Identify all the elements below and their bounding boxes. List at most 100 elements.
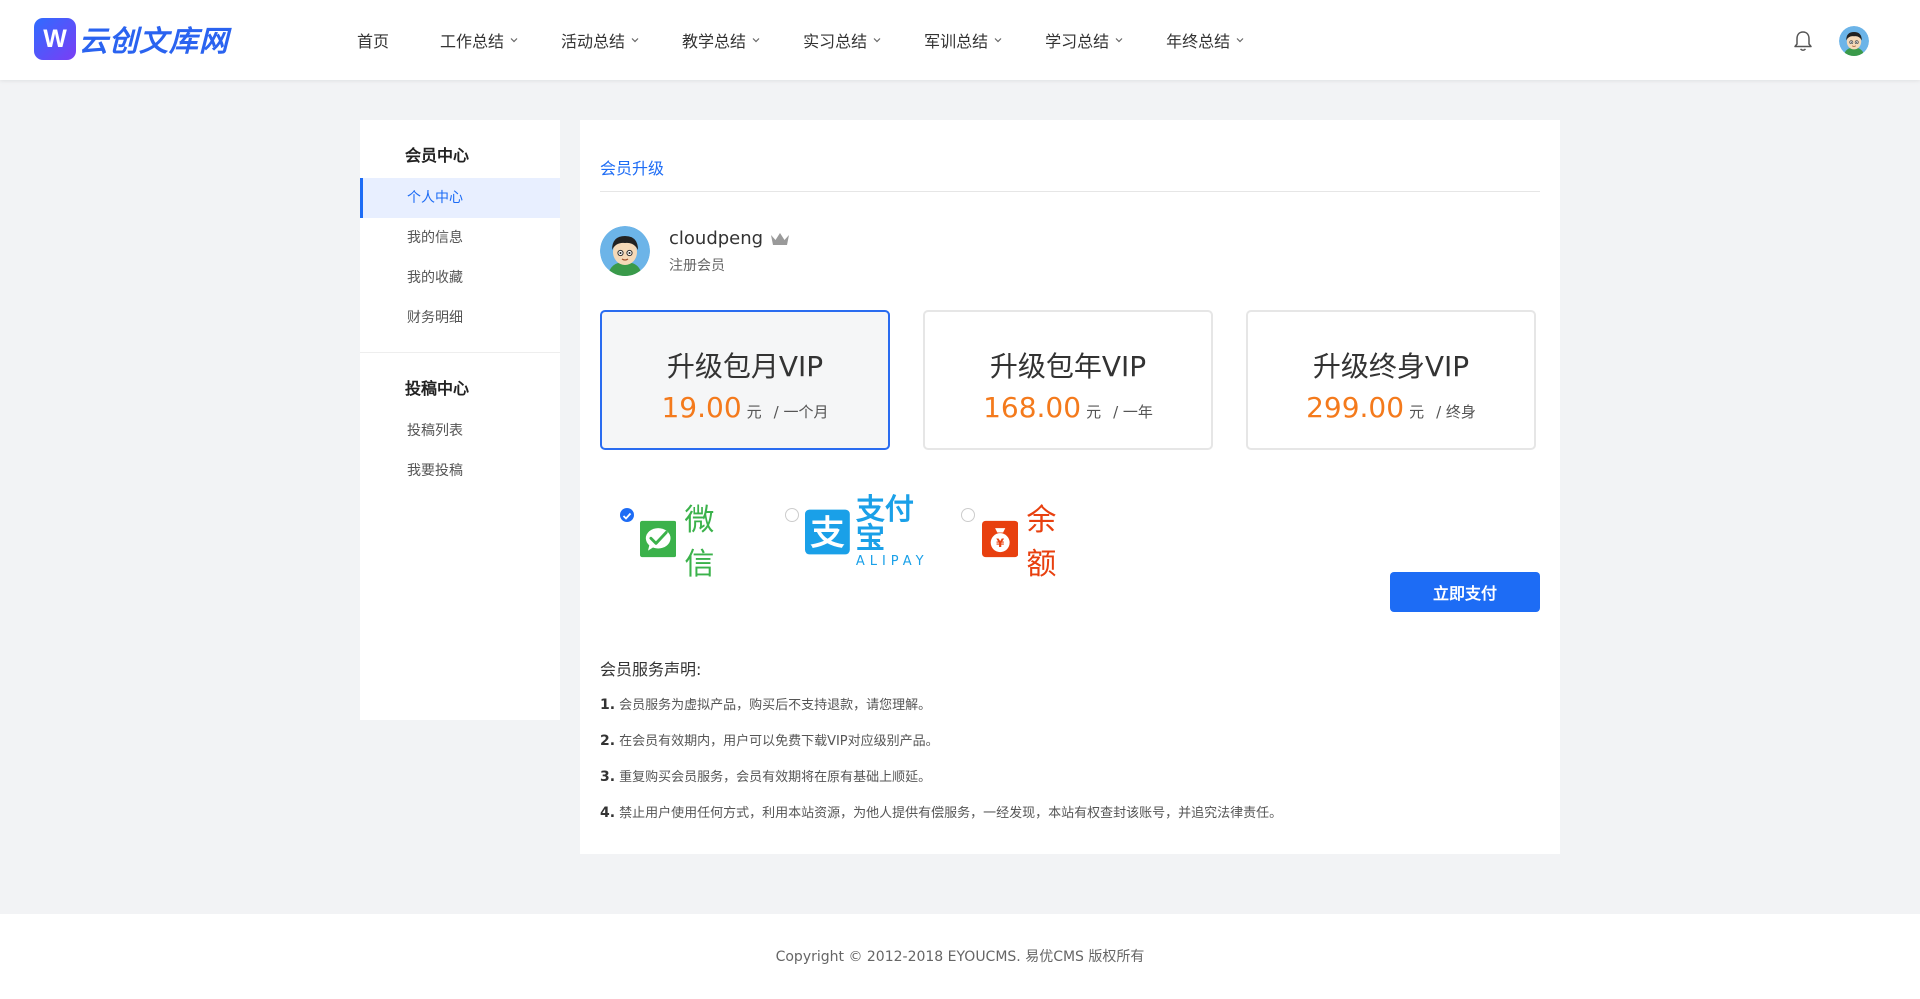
- plan-price: 299.00: [1306, 391, 1405, 424]
- nav-label: 工作总结: [440, 32, 505, 51]
- tab-divider: [600, 191, 1540, 192]
- nav-item-teaching-summary[interactable]: 教学总结: [682, 28, 761, 52]
- top-header: W 云创文库网 首页 工作总结 活动总结 教学总结 实习总结 军训总结 学习总结…: [0, 0, 1920, 80]
- svg-text:¥: ¥: [996, 536, 1004, 550]
- radio-alipay[interactable]: [785, 508, 799, 522]
- plan-price-row: 19.00 元 / 一个月: [602, 391, 888, 424]
- nav-label: 教学总结: [682, 32, 747, 51]
- nav-item-military-summary[interactable]: 军训总结: [924, 28, 1003, 52]
- plan-card-yearly[interactable]: 升级包年VIP 168.00 元 / 一年: [923, 310, 1213, 450]
- sidebar-group-title-submission: 投稿中心: [405, 379, 470, 398]
- nav-item-work-summary[interactable]: 工作总结: [440, 28, 519, 52]
- notice-text: 会员服务为虚拟产品，购买后不支持退款，请您理解。: [619, 698, 932, 713]
- alipay-label-group: 支付宝 ALIPAY: [855, 492, 934, 569]
- notice-text: 禁止用户使用任何方式，利用本站资源，为他人提供有偿服务，一经发现，本站有权查封该…: [619, 806, 1283, 821]
- nav-item-yearend-summary[interactable]: 年终总结: [1166, 28, 1245, 52]
- tab-member-upgrade[interactable]: 会员升级: [600, 155, 664, 179]
- alipay-icon: 支: [805, 509, 850, 554]
- check-icon: [622, 512, 632, 520]
- plan-period: / 一年: [1113, 403, 1153, 421]
- plan-unit: 元: [746, 403, 762, 421]
- pay-sublabel-alipay: ALIPAY: [855, 554, 929, 569]
- plan-unit: 元: [1086, 403, 1102, 421]
- user-name-row: cloudpeng: [669, 228, 791, 249]
- site-logo[interactable]: W 云创文库网: [34, 18, 229, 60]
- plan-price-row: 168.00 元 / 一年: [925, 391, 1211, 424]
- notice-item: 2. 在会员有效期内，用户可以免费下载VIP对应级别产品。: [600, 730, 939, 749]
- sidebar: 会员中心 个人中心 我的信息 我的收藏 财务明细 投稿中心 投稿列表 我要投稿: [360, 120, 560, 720]
- plan-name: 升级包年VIP: [989, 350, 1147, 383]
- nav-label: 年终总结: [1166, 32, 1231, 51]
- nav-item-activity-summary[interactable]: 活动总结: [561, 28, 640, 52]
- bell-icon[interactable]: [1793, 30, 1813, 52]
- sidebar-item-finance[interactable]: 财务明细: [360, 298, 560, 338]
- plan-name: 升级终身VIP: [1312, 350, 1470, 383]
- avatar[interactable]: [1839, 26, 1869, 56]
- plan-list: 升级包月VIP 19.00 元 / 一个月 升级包年VIP 168.00 元 / 一年 …: [600, 310, 1536, 450]
- main-nav: 首页 工作总结 活动总结 教学总结 实习总结 军训总结 学习总结 年终总结: [357, 0, 1287, 80]
- chevron-down-icon: [1115, 38, 1123, 43]
- chevron-down-icon: [752, 38, 760, 43]
- notice-num: 1.: [600, 697, 616, 713]
- plan-name: 升级包月VIP: [666, 350, 824, 383]
- nav-item-internship-summary[interactable]: 实习总结: [803, 28, 882, 52]
- user-avatar: [600, 226, 650, 276]
- pay-option-alipay[interactable]: 支 支付宝 ALIPAY: [805, 495, 934, 568]
- chevron-down-icon: [873, 38, 881, 43]
- notice-title: 会员服务声明:: [600, 660, 702, 679]
- copyright-text: Copyright © 2012-2018 EYOUCMS. 易优CMS 版权所…: [775, 949, 1145, 965]
- pay-option-wechat[interactable]: 微信: [640, 495, 728, 583]
- sidebar-item-my-info[interactable]: 我的信息: [360, 218, 560, 258]
- notice-text: 重复购买会员服务，会员有效期将在原有基础上顺延。: [619, 770, 932, 785]
- nav-item-study-summary[interactable]: 学习总结: [1045, 28, 1124, 52]
- radio-wechat[interactable]: [620, 508, 634, 522]
- nav-label: 军训总结: [924, 32, 989, 51]
- nav-label: 学习总结: [1045, 32, 1110, 51]
- sidebar-item-personal-center[interactable]: 个人中心: [360, 178, 560, 218]
- sidebar-item-my-favorites[interactable]: 我的收藏: [360, 258, 560, 298]
- notice-item: 1. 会员服务为虚拟产品，购买后不支持退款，请您理解。: [600, 694, 931, 713]
- notice-text: 在会员有效期内，用户可以免费下载VIP对应级别产品。: [619, 734, 939, 749]
- plan-card-lifetime[interactable]: 升级终身VIP 299.00 元 / 终身: [1246, 310, 1536, 450]
- nav-label: 实习总结: [803, 32, 868, 51]
- plan-period: / 终身: [1436, 403, 1476, 421]
- footer: Copyright © 2012-2018 EYOUCMS. 易优CMS 版权所…: [0, 914, 1920, 999]
- radio-balance[interactable]: [961, 508, 975, 522]
- chevron-down-icon: [631, 38, 639, 43]
- sidebar-group-title-member: 会员中心: [405, 146, 470, 165]
- notice-num: 2.: [600, 733, 616, 749]
- plan-card-monthly[interactable]: 升级包月VIP 19.00 元 / 一个月: [600, 310, 890, 450]
- pay-now-button[interactable]: 立即支付: [1390, 572, 1540, 612]
- nav-item-home[interactable]: 首页: [357, 28, 389, 52]
- chevron-down-icon: [1236, 38, 1244, 43]
- notice-item: 4. 禁止用户使用任何方式，利用本站资源，为他人提供有偿服务，一经发现，本站有权查…: [600, 802, 1282, 821]
- svg-text:支: 支: [810, 513, 844, 553]
- balance-icon: ¥: [982, 520, 1019, 558]
- chevron-down-icon: [510, 38, 518, 43]
- plan-price-row: 299.00 元 / 终身: [1248, 391, 1534, 424]
- crown-icon: [771, 232, 790, 245]
- notice-num: 3.: [600, 769, 616, 785]
- pay-label-alipay: 支付宝: [855, 492, 914, 555]
- nav-label: 首页: [357, 32, 390, 51]
- plan-unit: 元: [1409, 403, 1425, 421]
- notice-item: 3. 重复购买会员服务，会员有效期将在原有基础上顺延。: [600, 766, 931, 785]
- plan-price: 19.00: [661, 391, 742, 424]
- main-panel: 会员升级 cloudpeng 注册会员 升级包月VIP 19.00 元 / 一个月: [580, 120, 1560, 854]
- notice-num: 4.: [600, 805, 616, 821]
- logo-text: 云创文库网: [79, 24, 230, 58]
- nav-label: 活动总结: [561, 32, 626, 51]
- pay-label-balance: 余额: [1026, 503, 1057, 582]
- sidebar-item-submit[interactable]: 我要投稿: [360, 451, 560, 491]
- user-level: 注册会员: [669, 258, 725, 274]
- plan-period: / 一个月: [773, 403, 829, 421]
- pay-option-balance[interactable]: ¥ 余额: [982, 495, 1070, 583]
- sidebar-divider: [360, 352, 560, 353]
- logo-mark: W: [34, 18, 76, 60]
- chevron-down-icon: [994, 38, 1002, 43]
- user-name: cloudpeng: [669, 228, 764, 249]
- plan-price: 168.00: [983, 391, 1082, 424]
- wechat-icon: [640, 520, 677, 558]
- sidebar-item-submission-list[interactable]: 投稿列表: [360, 411, 560, 451]
- pay-label-wechat: 微信: [684, 503, 715, 582]
